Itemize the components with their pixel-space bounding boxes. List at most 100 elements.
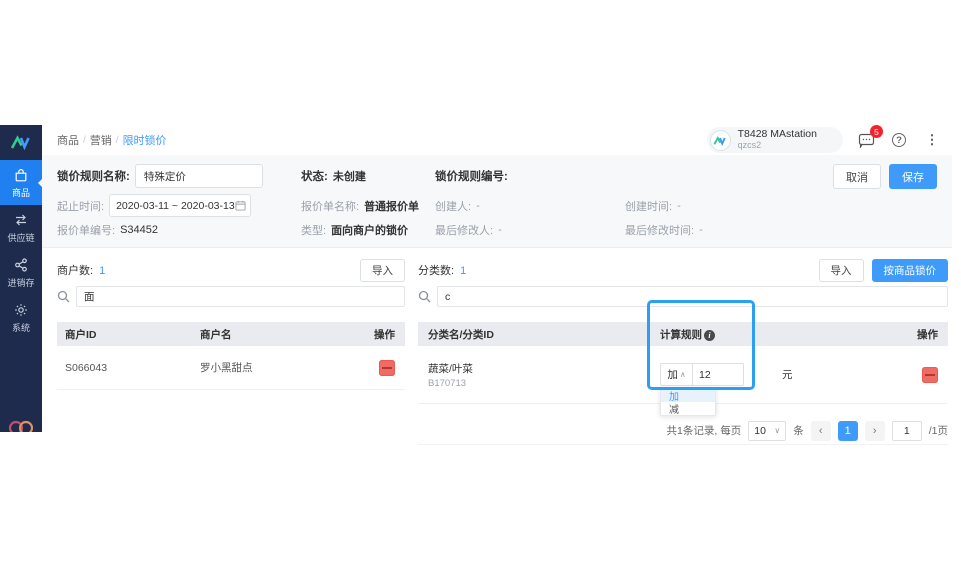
bag-icon <box>13 167 29 183</box>
footer-logo-icon <box>7 418 35 432</box>
kebab-icon: ⋮ <box>926 132 939 148</box>
pagination-summary: 共1条记录, 每页 <box>667 423 742 438</box>
field-status: 状态: 未创建 <box>243 164 435 188</box>
field-date-range: 起止时间: 2020-03-11 ~ 2020-03-13 <box>57 194 243 217</box>
merchant-name: 罗小黑甜点 <box>192 360 357 375</box>
rule-form: 锁价规则名称: 状态: 未创建 锁价规则编号: 起止时间: <box>42 155 952 248</box>
field-rule-no: 锁价规则编号: <box>435 164 817 188</box>
merchant-count: 商户数: 1 <box>57 262 105 278</box>
field-quote-no: 报价单编号: S34452 <box>57 222 243 238</box>
merchant-count-label: 商户数: <box>57 265 93 277</box>
calc-rule-cell: 加 ∧ 元 加 减 <box>650 363 892 386</box>
categories-search-row <box>418 286 948 307</box>
breadcrumb-marketing[interactable]: 营销 <box>90 132 112 148</box>
col-merchant-id: 商户ID <box>57 327 192 342</box>
field-creator: 创建人: - <box>435 194 625 217</box>
category-id: B170713 <box>428 378 650 389</box>
save-button[interactable]: 保存 <box>889 164 937 189</box>
messages-button[interactable]: 5 <box>856 130 876 150</box>
operator-dropdown: 加 减 <box>660 388 716 416</box>
merchants-table-header: 商户ID 商户名 操作 <box>57 322 405 346</box>
current-page-button[interactable]: 1 <box>838 421 858 441</box>
merchants-search-input[interactable] <box>77 291 404 303</box>
field-quote-name: 报价单名称: 普通报价单 <box>243 194 435 217</box>
form-actions: 取消 保存 <box>833 164 937 189</box>
type-label: 类型: <box>301 222 326 238</box>
rule-unit: 元 <box>782 367 793 382</box>
sidebar-item-system[interactable]: 系统 <box>0 295 42 340</box>
creator-value: - <box>476 200 480 212</box>
remove-category-button[interactable] <box>922 367 938 383</box>
prev-page-button[interactable]: ‹ <box>811 421 831 441</box>
breadcrumb-goods[interactable]: 商品 <box>57 132 79 148</box>
more-button[interactable]: ⋮ <box>922 130 942 150</box>
merchants-panel: 商户数: 1 导入 <box>57 258 405 390</box>
created-label: 创建时间: <box>625 198 672 214</box>
form-row-2: 起止时间: 2020-03-11 ~ 2020-03-13 报价单名称: <box>57 194 842 217</box>
help-button[interactable]: ? <box>889 130 909 150</box>
modified-label: 最后修改时间: <box>625 222 694 238</box>
cancel-button[interactable]: 取消 <box>833 164 881 189</box>
user-names: T8428 MAstation qzcs2 <box>738 129 817 150</box>
breadcrumb: 商品 / 营销 / 限时锁价 <box>57 132 167 148</box>
operator-select[interactable]: 加 ∧ <box>660 363 693 386</box>
form-row-1: 锁价规则名称: 状态: 未创建 锁价规则编号: <box>57 164 842 188</box>
col-category-name: 分类名/分类ID <box>418 327 650 342</box>
date-range-value: 2020-03-11 ~ 2020-03-13 <box>116 200 235 212</box>
per-page-value: 10 <box>754 425 766 437</box>
search-icon <box>57 290 70 303</box>
merchants-search-row <box>57 286 405 307</box>
rule-value-input[interactable] <box>693 363 744 386</box>
type-value: 面向商户的锁价 <box>331 222 408 238</box>
topbar-actions: T8428 MAstation qzcs2 5 <box>707 127 942 152</box>
status-label: 状态: <box>301 168 328 184</box>
category-name: 蔬菜/叶菜 <box>428 361 650 376</box>
sidebar-item-supply-chain[interactable]: 供应链 <box>0 205 42 250</box>
quote-no-label: 报价单编号: <box>57 222 115 238</box>
date-range-picker[interactable]: 2020-03-11 ~ 2020-03-13 <box>109 194 251 217</box>
avatar <box>710 130 731 151</box>
sidebar-item-goods[interactable]: 商品 <box>0 160 42 205</box>
field-rule-name: 锁价规则名称: <box>57 164 243 188</box>
total-pages-label: /1页 <box>929 423 948 438</box>
form-row-3: 报价单编号: S34452 类型: 面向商户的锁价 最后修改人: - 最后修改时… <box>57 222 842 238</box>
swap-icon <box>13 212 29 228</box>
page: 商品 供应链 进销存 <box>0 0 961 562</box>
search-icon <box>418 290 431 303</box>
page-jump-input[interactable] <box>892 421 922 441</box>
breadcrumb-separator: / <box>116 135 119 146</box>
pagination: 共1条记录, 每页 10 ∨ 条 ‹ 1 › /1页 <box>418 421 948 445</box>
main-area: 商品 / 营销 / 限时锁价 <box>42 125 952 432</box>
next-page-button[interactable]: › <box>865 421 885 441</box>
created-value: - <box>677 200 681 212</box>
caret-down-icon: ∨ <box>774 426 780 435</box>
lock-by-product-button[interactable]: 按商品锁价 <box>872 259 949 282</box>
user-menu[interactable]: T8428 MAstation qzcs2 <box>707 127 843 152</box>
share-icon <box>13 257 29 273</box>
remove-merchant-button[interactable] <box>379 360 395 376</box>
merchant-count-value: 1 <box>99 265 105 277</box>
category-count-label: 分类数: <box>418 265 454 277</box>
per-page-select[interactable]: 10 ∨ <box>748 421 786 441</box>
categories-panel: 分类数: 1 导入 按商品锁价 <box>418 258 948 445</box>
creator-label: 创建人: <box>435 198 471 214</box>
merchants-import-button[interactable]: 导入 <box>360 259 405 282</box>
rule-name-label: 锁价规则名称: <box>57 168 130 184</box>
categories-search-input[interactable] <box>438 291 947 303</box>
sidebar-item-label: 系统 <box>12 321 30 334</box>
sidebar: 商品 供应链 进销存 <box>0 125 42 432</box>
sidebar-item-label: 供应链 <box>7 231 34 244</box>
categories-table-header: 分类名/分类ID 计算规则i 操作 <box>418 322 948 346</box>
sidebar-item-inventory[interactable]: 进销存 <box>0 250 42 295</box>
category-row: 蔬菜/叶菜 B170713 加 ∧ 元 <box>418 346 948 404</box>
quote-name-value: 普通报价单 <box>364 198 419 214</box>
info-icon[interactable]: i <box>704 330 715 341</box>
col-calc-rule: 计算规则i <box>650 327 892 342</box>
rule-no-label: 锁价规则编号: <box>435 168 508 184</box>
help-icon: ? <box>892 133 906 147</box>
operator-option-subtract[interactable]: 减 <box>661 402 715 415</box>
categories-import-button[interactable]: 导入 <box>819 259 864 282</box>
sidebar-item-label: 进销存 <box>7 276 34 289</box>
categories-panel-head: 分类数: 1 导入 按商品锁价 <box>418 258 948 282</box>
categories-search-box <box>437 286 948 307</box>
